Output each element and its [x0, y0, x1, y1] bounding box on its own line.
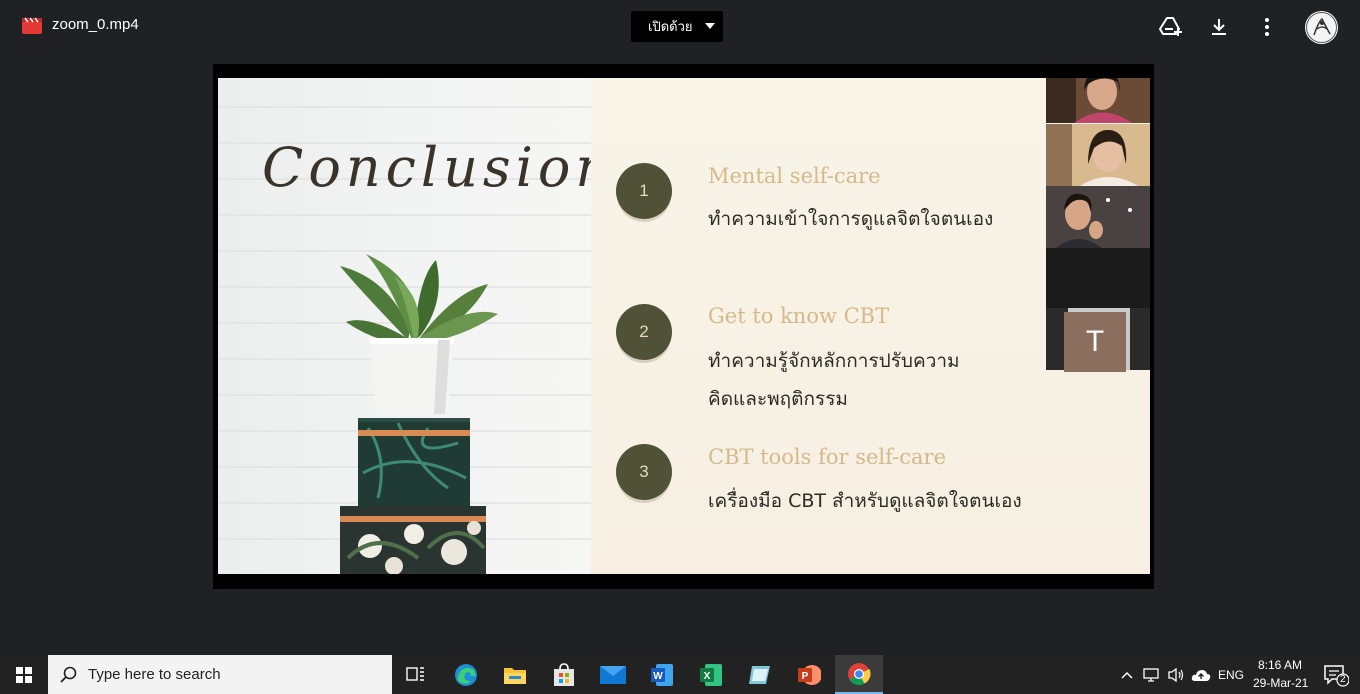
chevron-up-icon [1121, 671, 1133, 679]
input-language[interactable]: ENG [1218, 668, 1244, 682]
video-file-icon [22, 17, 42, 34]
open-with-label: เปิดด้วย [648, 20, 693, 35]
participant-video-3 [1046, 186, 1150, 248]
network-icon [1143, 667, 1159, 682]
item-desc-line: เครื่องมือ CBT สำหรับดูแลจิตใจตนเอง [708, 490, 1022, 512]
clock-time[interactable]: 8:16 AM [1258, 658, 1302, 672]
clock-date[interactable]: 29-Mar-21 [1253, 676, 1308, 690]
word-icon: W [651, 663, 673, 686]
item-desc-line: คิดและพฤติกรรม [708, 388, 848, 410]
participant-video-2 [1046, 124, 1150, 186]
edge-browser-icon [455, 663, 477, 686]
notebook-icon [749, 665, 770, 684]
participant-video-1 [1046, 78, 1150, 123]
windows-taskbar: Type here to search W X P ENG 8:16 AM 29… [0, 655, 1360, 694]
action-center-button[interactable]: 2 [1316, 655, 1356, 694]
taskbar-app-edge[interactable] [442, 655, 490, 694]
onedrive-button[interactable] [1188, 655, 1214, 694]
download-icon [1212, 19, 1226, 35]
taskbar-app-chrome[interactable] [835, 655, 883, 694]
folder-icon [504, 667, 526, 684]
taskbar-app-notes[interactable] [736, 655, 784, 694]
item-desc-1: ทำความเข้าใจการดูแลจิตใจตนเอง [708, 200, 993, 238]
mail-icon [600, 665, 626, 684]
item-title-3: CBT tools for self-care [708, 445, 946, 469]
viewer-topbar: zoom_0.mp4 เปิดด้วย [0, 0, 1360, 56]
taskbar-app-mail[interactable] [589, 655, 637, 694]
participant-tile-1 [1046, 78, 1150, 123]
powerpoint-icon: P [798, 664, 821, 685]
item-number-2: 2 [616, 304, 672, 360]
cloud-upload-icon [1191, 669, 1211, 681]
taskbar-app-word[interactable]: W [638, 655, 686, 694]
item-number-3: 3 [616, 444, 672, 500]
item-title-1: Mental self-care [708, 164, 881, 188]
notification-count: 2 [1340, 674, 1346, 685]
taskbar-search-box[interactable]: Type here to search [48, 655, 392, 694]
file-name: zoom_0.mp4 [52, 16, 139, 33]
item-desc-line: ทำความรู้จักหลักการปรับความ [708, 350, 960, 372]
windows-logo-icon [16, 666, 32, 683]
volume-button[interactable] [1164, 655, 1188, 694]
item-desc-2: ทำความรู้จักหลักการปรับความ คิดและพฤติกร… [708, 342, 960, 418]
participant-tile-2 [1046, 124, 1150, 186]
start-button[interactable] [0, 655, 48, 694]
store-bag-icon [554, 662, 574, 686]
participant-initial-avatar: T [1064, 312, 1126, 372]
network-button[interactable] [1140, 655, 1164, 694]
taskbar-app-excel[interactable]: X [687, 655, 735, 694]
account-avatar[interactable] [1305, 11, 1338, 44]
svg-text:W: W [653, 671, 663, 682]
slide-image-panel: Conclusion [218, 78, 610, 574]
item-desc-line: ทำความเข้าใจการดูแลจิตใจตนเอง [708, 208, 994, 230]
taskbar-app-file-explorer[interactable] [491, 655, 539, 694]
download-button[interactable] [1206, 14, 1232, 40]
presentation-slide: Conclusion 1 Mental self-care ทำความเข้า… [218, 78, 1150, 574]
add-to-drive-button[interactable] [1158, 14, 1184, 40]
avatar-image-icon [1306, 12, 1337, 43]
taskbar-app-store[interactable] [540, 655, 588, 694]
add-to-drive-icon [1159, 17, 1182, 36]
item-title-2: Get to know CBT [708, 304, 890, 328]
open-with-button[interactable]: เปิดด้วย [631, 11, 723, 42]
excel-icon: X [700, 663, 722, 686]
more-options-button[interactable] [1254, 14, 1280, 40]
task-view-button[interactable] [392, 655, 440, 694]
item-number-1: 1 [616, 163, 672, 219]
search-icon [60, 666, 77, 683]
participant-tile-3 [1046, 186, 1150, 248]
svg-text:X: X [704, 671, 711, 682]
chevron-down-icon [705, 23, 715, 29]
show-hidden-icons-button[interactable] [1116, 655, 1138, 694]
chrome-icon [848, 662, 871, 685]
video-player[interactable]: Conclusion 1 Mental self-care ทำความเข้า… [213, 64, 1154, 589]
item-desc-3: เครื่องมือ CBT สำหรับดูแลจิตใจตนเอง [708, 482, 1022, 520]
speaker-icon [1168, 667, 1184, 682]
taskbar-app-powerpoint[interactable]: P [785, 655, 833, 694]
search-placeholder: Type here to search [88, 666, 221, 683]
more-vert-icon [1265, 18, 1269, 36]
plant-boxes-illustration [340, 254, 498, 574]
task-view-icon [406, 666, 424, 681]
svg-text:P: P [802, 671, 809, 682]
